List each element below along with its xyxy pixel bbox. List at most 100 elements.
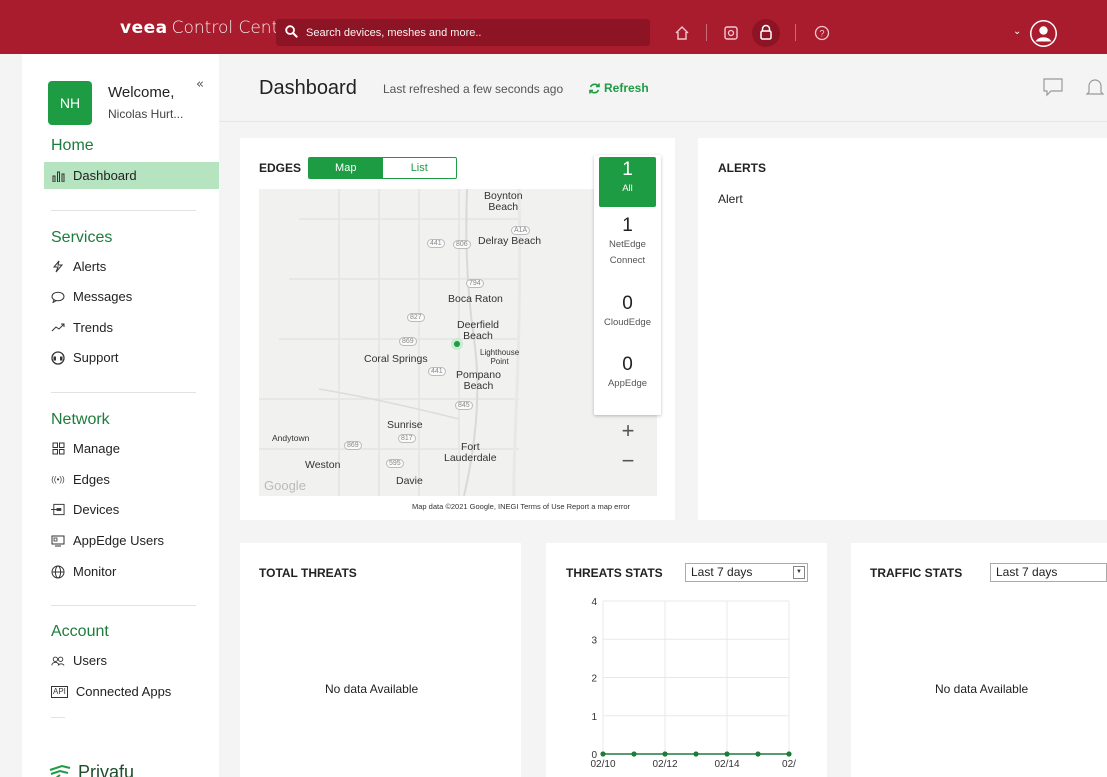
road-shield: 869 [399,337,417,346]
road-shield: 845 [455,401,473,410]
user-initials-avatar[interactable]: NH [48,81,92,125]
sidebar-item-trends[interactable]: Trends [51,320,113,335]
sidebar-item-connected-apps[interactable]: API Connected Apps [51,684,171,699]
camera-icon[interactable] [722,24,740,42]
user-avatar-icon[interactable] [1030,20,1057,47]
y-tick-label: 2 [591,674,597,685]
road-shield: A1A [511,226,531,235]
marker-dot [454,341,460,347]
trend-icon [51,321,65,335]
page-title: Dashboard [259,77,357,99]
place-label: Davie [396,475,423,487]
sidebar: NH Welcome, Nicolas Hurt... « Home Dashb… [22,54,219,777]
place-label: Coral Springs [364,353,428,365]
device-icon [51,503,65,517]
place-label: Sunrise [387,419,423,431]
top-bar: veeaControl Center ? ⌄ [0,0,1107,54]
place-line: Lauderdale [444,452,497,464]
sidebar-item-appedge-users[interactable]: AppEdge Users [51,533,164,548]
sidebar-item-alerts[interactable]: Alerts [51,259,106,274]
section-services: Services [51,229,113,246]
bell-icon[interactable] [1084,76,1106,98]
x-tick-label: 02/14 [714,759,739,770]
divider [51,392,196,393]
filter-all[interactable]: 1 All [599,157,656,207]
toolbar-separator [706,24,707,41]
traffic-range-select[interactable]: Last 7 days [990,563,1107,582]
chevron-down-icon[interactable]: ⌄ [1013,26,1021,37]
divider [51,210,196,211]
road-shield: 595 [386,459,404,468]
traffic-stats-title: TRAFFIC STATS [870,566,963,580]
filter-cloudedge[interactable]: 0 CloudEdge [594,293,661,331]
filter-count: 0 [622,354,633,375]
sidebar-item-label: Messages [73,289,133,304]
search-icon [285,25,298,38]
globe-icon [51,565,65,579]
sidebar-item-label: Trends [73,320,113,335]
lock-button[interactable] [752,19,780,47]
dropdown-arrow-icon: ▼ [793,566,805,579]
sidebar-item-monitor[interactable]: Monitor [51,564,116,579]
global-search[interactable] [276,19,650,46]
app-logo[interactable]: veea Control Center [120,18,296,38]
select-value: Last 7 days [691,565,753,579]
help-icon[interactable]: ? [813,24,831,42]
road-shield: 806 [453,240,471,249]
sidebar-item-edges[interactable]: ((•)) Edges [51,472,110,487]
threats-range-select[interactable]: Last 7 days ▼ [685,563,808,582]
section-home: Home [51,137,94,154]
zoom-out-button[interactable]: − [616,450,640,474]
users-icon [51,654,65,668]
map-view-button[interactable]: Map [309,158,383,178]
search-input[interactable] [306,22,636,43]
collapse-sidebar-icon[interactable]: « [196,77,204,92]
broadcast-icon: ((•)) [51,475,65,484]
place-line: Beach [488,201,519,213]
sidebar-item-dashboard[interactable]: Dashboard [44,162,219,189]
header-divider [219,121,1107,122]
sidebar-item-label: Dashboard [73,168,137,183]
place-label: Pompano Beach [456,370,501,392]
edge-location-marker[interactable] [451,338,463,350]
refresh-button[interactable]: Refresh [588,81,649,95]
filter-label: All [622,183,633,194]
view-toggle[interactable]: Map List [308,157,457,179]
sidebar-item-devices[interactable]: Devices [51,502,119,517]
alerts-title: ALERTS [718,161,766,175]
sidebar-item-manage[interactable]: Manage [51,441,120,456]
data-point [755,751,761,757]
data-point [600,751,606,757]
sidebar-item-support[interactable]: Support [51,350,119,365]
place-label: Delray Beach [478,235,542,247]
map-attribution[interactable]: Map data ©2021 Google, INEGI Terms of Us… [412,502,630,511]
road-shield: 817 [398,434,416,443]
filter-netedge-connect[interactable]: 1 NetEdge Connect [594,215,661,269]
message-icon[interactable] [1042,76,1064,98]
zoom-in-button[interactable]: + [616,420,640,444]
section-network: Network [51,411,110,428]
refresh-icon [589,83,600,93]
headset-icon [51,350,65,365]
home-icon[interactable] [673,24,691,42]
filter-label: Connect [609,255,646,266]
edges-title: EDGES [259,161,302,175]
place-label: Fort Lauderdale [444,442,497,464]
no-data-text: No data Available [935,682,1029,696]
alert-item[interactable]: Alert [718,192,743,206]
api-icon: API [51,685,68,699]
sidebar-item-users[interactable]: Users [51,653,107,668]
sidebar-item-label: Connected Apps [75,684,172,699]
x-tick-label: 02/10 [590,759,615,770]
list-view-button[interactable]: List [383,158,457,178]
sidebar-item-messages[interactable]: Messages [51,289,132,304]
filter-label: CloudEdge [603,317,651,328]
bar-chart-icon [51,169,65,183]
google-logo: Google [264,478,306,493]
filter-count: 1 [622,159,633,180]
filter-appedge[interactable]: 0 AppEdge [594,354,661,392]
api-badge: API [51,685,68,698]
road-shield: 869 [344,441,362,450]
divider [51,717,65,718]
select-value: Last 7 days [996,565,1058,579]
